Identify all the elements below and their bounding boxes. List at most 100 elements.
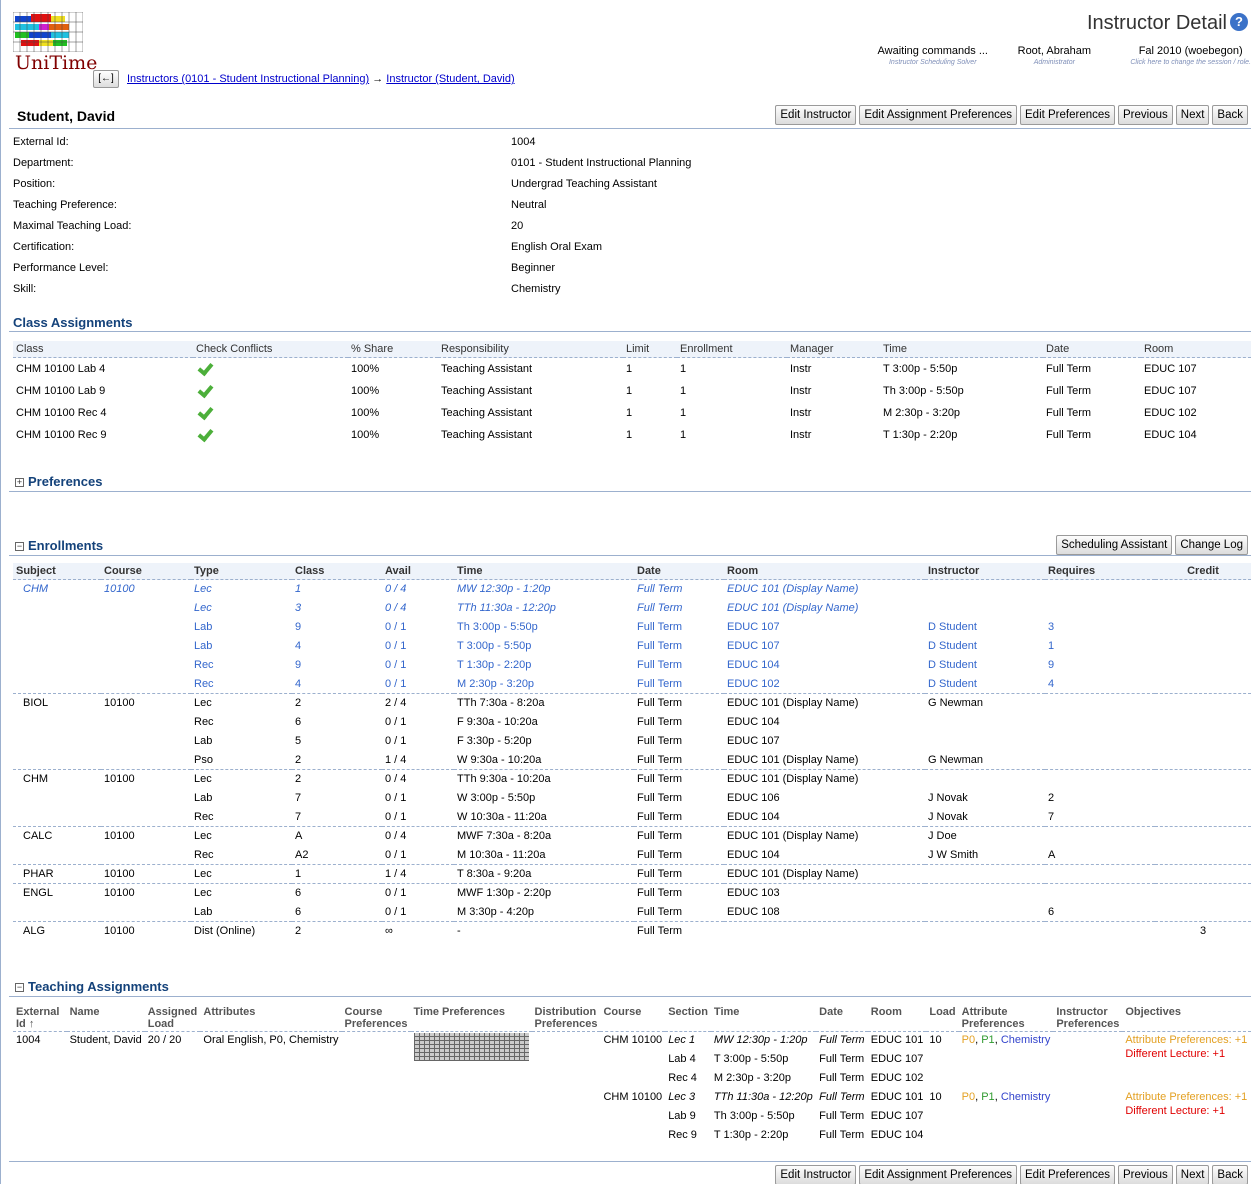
column-header[interactable]: Class [292, 563, 382, 580]
table-row[interactable]: Rec A2 0 / 1M 10:30a - 11:20a Full Term EDUC… [13, 845, 1251, 865]
back-arrow-button[interactable]: [←] [93, 70, 119, 88]
preferences-section[interactable]: + Preferences [9, 474, 1251, 492]
column-header[interactable]: Attributes [200, 1005, 342, 1032]
column-header[interactable]: Course [101, 563, 191, 580]
field-value: Neutral [511, 199, 547, 211]
column-header[interactable]: Class [13, 341, 193, 358]
column-header[interactable]: Enrollment [677, 341, 787, 358]
table-row[interactable]: Lab 9 0 / 1 Th 3:00p - 5:50p Full Term EDUC 1… [13, 618, 1251, 637]
table-cell: D Student [925, 674, 1045, 694]
back-button[interactable]: Back [1212, 105, 1248, 125]
table-row[interactable]: Rec 6 0 / 1 F 9:30a - 10:20a Full Term EDUC 1… [13, 713, 1251, 732]
next-button[interactable]: Next [1175, 1165, 1210, 1184]
table-row[interactable]: Rec 9 T 1:30p - 2:20p Full Term EDUC 104 [13, 1127, 1251, 1146]
table-row[interactable]: Lab 9 Th 3:00p - 5:50p Full Term EDUC 107 [13, 1108, 1251, 1127]
column-header[interactable]: Assigned Load [144, 1005, 201, 1032]
table-row[interactable]: Rec 4 0 / 1M 2:30p - 3:20p Full Term EDUC 10… [13, 674, 1251, 694]
table-row[interactable]: CHM 10100 Lab 9 100% Teaching Assistant 1 1 I… [13, 380, 1251, 402]
table-cell: Full Term [819, 1128, 865, 1141]
table-row[interactable]: ENGL 10100 Lec 6 0 / 1 MWF 1:30p - 2:20p Full … [13, 884, 1251, 903]
table-row[interactable]: 1004 Student, David 20 / 20 Oral English, P… [13, 1032, 1251, 1061]
solver-status[interactable]: Awaiting commands ... Instructor Schedul… [878, 45, 988, 69]
column-header[interactable]: Instructor Preferences [1053, 1005, 1123, 1032]
help-icon[interactable]: ? [1230, 13, 1248, 31]
change-log-button[interactable]: Change Log [1175, 535, 1248, 555]
edit-assignment-preferences-button[interactable]: Edit Assignment Preferences [859, 1165, 1017, 1184]
column-header[interactable]: % Share [348, 341, 438, 358]
table-row[interactable]: CHM 10100 Lec 3 TTh 11:30a - 12:20p Full Te… [13, 1089, 1251, 1117]
table-cell: Full Term [1046, 362, 1092, 375]
table-row[interactable]: Lab 6 0 / 1M 3:30p - 4:20p Full Term EDUC 10… [13, 902, 1251, 922]
column-header[interactable]: Time [454, 563, 634, 580]
breadcrumb-instructors-link[interactable]: Instructors (0101 - Student Instructiona… [127, 73, 369, 85]
table-cell: Lec [194, 887, 212, 900]
edit-preferences-button[interactable]: Edit Preferences [1020, 1165, 1116, 1184]
column-header[interactable]: Limit [623, 341, 677, 358]
column-header[interactable]: Room [867, 1005, 927, 1032]
collapse-icon[interactable]: − [15, 983, 24, 992]
next-button[interactable]: Next [1175, 105, 1210, 125]
column-header[interactable]: Type [191, 563, 292, 580]
back-button[interactable]: Back [1212, 1165, 1248, 1184]
expand-icon[interactable]: + [15, 478, 24, 487]
column-header[interactable]: Requires [1045, 563, 1155, 580]
table-row[interactable]: CHM 10100 Rec 9 100% Teaching Assistant 1 1 I… [13, 424, 1251, 446]
user-info[interactable]: Root, Abraham Administrator [1018, 45, 1091, 69]
table-row[interactable]: CALC 10100 Lec A 0 / 4 MWF 7:30a - 8:20a Full … [13, 827, 1251, 846]
table-row[interactable]: CHM 10100 Lab 4 100% Teaching Assistant 1 1 I… [13, 358, 1251, 380]
column-header[interactable]: Course Preferences [341, 1005, 411, 1032]
edit-instructor-button[interactable]: Edit Instructor [775, 1165, 857, 1184]
table-cell [925, 864, 1045, 884]
column-header[interactable]: Check Conflicts [193, 341, 348, 358]
column-header[interactable]: Course [600, 1005, 666, 1032]
table-row[interactable]: Rec 9 0 / 1 T 1:30p - 2:20p Full Term EDUC 10… [13, 656, 1251, 675]
column-header[interactable]: Credit [1155, 563, 1251, 580]
column-header[interactable]: Time [880, 341, 1043, 358]
table-row[interactable]: PHAR 10100 Lec 1 1 / 4T 8:30a - 9:20a Full Te… [13, 864, 1251, 884]
column-header[interactable]: Distribution Preferences [531, 1005, 601, 1032]
table-row[interactable]: CHM 10100 Lec 2 0 / 4 TTh 9:30a - 10:20a Full … [13, 770, 1251, 789]
session-info[interactable]: Fal 2010 (woebegon) Click here to change… [1130, 45, 1251, 69]
column-header[interactable]: Instructor [925, 563, 1045, 580]
table-row[interactable]: CHM 10100 Rec 4 100% Teaching Assistant 1 1 I… [13, 402, 1251, 424]
column-header[interactable]: Subject [13, 563, 101, 580]
column-header[interactable]: Avail [382, 563, 454, 580]
edit-preferences-button[interactable]: Edit Preferences [1020, 105, 1116, 125]
table-row[interactable]: CHM 10100 Lec 1 0 / 4 MW 12:30p - 1:20p Full T… [13, 580, 1251, 599]
table-row[interactable]: BIOL 10100 Lec 2 2 / 4 TTh 7:30a - 8:20a Full … [13, 694, 1251, 713]
column-header[interactable]: Manager [787, 341, 880, 358]
table-row[interactable]: Lab 5 0 / 1 F 3:30p - 5:20p Full Term EDUC 10… [13, 732, 1251, 751]
table-row[interactable]: Lab 7 0 / 1 W 3:00p - 5:50p Full Term EDUC 10… [13, 789, 1251, 808]
objective: Different Lecture: +1 [1125, 1048, 1226, 1060]
table-row[interactable]: Lec 3 0 / 4 TTh 11:30a - 12:20p Full Term EDU… [13, 599, 1251, 618]
column-header[interactable]: Time Preferences [410, 1005, 532, 1032]
edit-assignment-preferences-button[interactable]: Edit Assignment Preferences [859, 105, 1017, 125]
column-header[interactable]: Attribute Preferences [958, 1005, 1054, 1032]
breadcrumb-instructor-link[interactable]: Instructor (Student, David) [386, 73, 514, 85]
edit-instructor-button[interactable]: Edit Instructor [775, 105, 857, 125]
column-header[interactable]: Section [665, 1005, 711, 1032]
column-header[interactable]: Name [66, 1005, 145, 1032]
column-header[interactable]: Room [724, 563, 925, 580]
column-header[interactable]: Time [710, 1005, 817, 1032]
table-row[interactable]: Lab 4 0 / 1 T 3:00p - 5:50p Full Term EDUC 10… [13, 637, 1251, 656]
table-row[interactable]: ALG 10100 Dist (Online) 2 ∞ - Full Term 3 [13, 922, 1251, 941]
column-header[interactable]: External Id ↑ [13, 1005, 67, 1032]
table-row[interactable]: Lab 4 T 3:00p - 5:50p Full Term EDUC 107 [13, 1051, 1251, 1070]
table-row[interactable]: Rec 4 M 2:30p - 3:20p Full Term EDUC 102 [13, 1070, 1251, 1089]
column-header[interactable]: Load [926, 1005, 959, 1032]
table-row[interactable]: Pso 2 1 / 4W 9:30a - 10:20a Full Term EDUC 1… [13, 750, 1251, 770]
column-header[interactable]: Room [1141, 341, 1251, 358]
collapse-icon[interactable]: − [15, 542, 24, 551]
previous-button[interactable]: Previous [1118, 1165, 1173, 1184]
table-row[interactable]: Rec 7 0 / 1W 10:30a - 11:20a Full Term EDUC … [13, 807, 1251, 827]
field-label: Department: [13, 157, 74, 169]
column-header[interactable]: Responsibility [438, 341, 623, 358]
unitime-logo[interactable]: UniTime [13, 12, 97, 74]
scheduling-assistant-button[interactable]: Scheduling Assistant [1056, 535, 1173, 555]
previous-button[interactable]: Previous [1118, 105, 1173, 125]
column-header[interactable]: Date [1043, 341, 1141, 358]
column-header[interactable]: Date [634, 563, 724, 580]
column-header[interactable]: Date [816, 1005, 868, 1032]
column-header[interactable]: Objectives [1122, 1005, 1251, 1032]
